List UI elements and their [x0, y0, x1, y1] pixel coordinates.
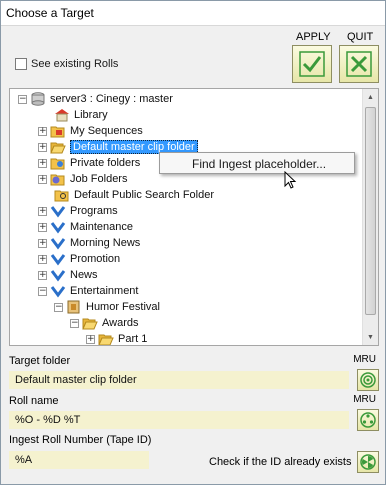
private-folder-icon [50, 158, 65, 170]
collapse-toggle[interactable]: − [18, 94, 27, 104]
tree-item-label: Promotion [70, 253, 121, 265]
check-id-button[interactable] [357, 451, 379, 473]
expand-toggle[interactable]: + [86, 334, 95, 344]
folder-open-icon [98, 334, 114, 345]
collapse-toggle[interactable]: − [70, 318, 79, 328]
tree-item-morning-news[interactable]: + Morning News [38, 235, 140, 251]
tree-item-default-public-search-folder[interactable]: Default Public Search Folder [54, 187, 214, 203]
tree-item-label: Default Public Search Folder [74, 189, 215, 201]
mru-label: MRU [353, 394, 376, 405]
reel-icon [360, 412, 376, 428]
title-divider [1, 25, 385, 26]
radiation-check-icon [360, 454, 376, 470]
tree-item-label: Entertainment [70, 285, 139, 297]
ingest-roll-number-field[interactable]: %A [9, 451, 149, 469]
tree-root[interactable]: − server3 : Cinegy : master [18, 91, 173, 107]
expand-toggle[interactable]: + [38, 238, 47, 248]
window-title: Choose a Target [1, 1, 385, 25]
target-icon [360, 372, 376, 388]
tree-item-label: Library [74, 109, 108, 121]
folder-tree[interactable]: − server3 : Cinegy : master Library + My… [9, 88, 379, 346]
mru-label: MRU [353, 354, 376, 365]
roll-name-label: Roll name [9, 395, 59, 407]
apply-label: APPLY [296, 31, 331, 43]
tree-scrollbar[interactable]: ▲ ▼ [362, 89, 378, 345]
tree-item-awards[interactable]: − Awards [70, 315, 138, 331]
tree-item-job-folders[interactable]: + Job Folders [38, 171, 127, 187]
see-existing-rolls-label: See existing Rolls [31, 58, 119, 70]
server-icon [31, 92, 45, 106]
tree-item-label: Job Folders [70, 173, 128, 185]
tree-item-label: Programs [70, 205, 118, 217]
folder-open-icon [50, 142, 66, 154]
tree-item-label: Private folders [70, 157, 141, 169]
program-folder-icon [50, 238, 66, 250]
roll-name-mru-button[interactable] [357, 409, 379, 431]
tree-item-private-folders[interactable]: + Private folders [38, 155, 140, 171]
tree-item-label: My Sequences [70, 125, 143, 137]
expand-toggle[interactable]: + [38, 254, 47, 264]
tree-item-label: News [70, 269, 98, 281]
roll-name-field[interactable]: %O - %D %T [9, 411, 349, 429]
expand-toggle[interactable]: + [38, 142, 47, 152]
program-folder-icon [50, 222, 66, 234]
tree-item-promotion[interactable]: + Promotion [38, 251, 120, 267]
expand-toggle[interactable]: + [38, 158, 47, 168]
tree-item-label: Morning News [70, 237, 141, 249]
program-folder-icon [50, 286, 66, 298]
target-folder-field[interactable]: Default master clip folder [9, 371, 349, 389]
apply-button[interactable] [292, 45, 332, 83]
ingest-roll-number-label: Ingest Roll Number (Tape ID) [9, 434, 152, 446]
expand-toggle[interactable]: + [38, 222, 47, 232]
checkmark-icon [299, 51, 325, 77]
program-folder-icon [50, 254, 66, 266]
tree-item-maintenance[interactable]: + Maintenance [38, 219, 133, 235]
target-folder-mru-button[interactable] [357, 369, 379, 391]
tree-root-label: server3 : Cinegy : master [50, 93, 173, 105]
context-menu: Find Ingest placeholder... [159, 152, 355, 174]
scroll-up-icon[interactable]: ▲ [363, 89, 378, 105]
tree-item-label: Maintenance [70, 221, 133, 233]
mouse-cursor-icon [284, 171, 297, 189]
search-folder-icon [54, 190, 69, 202]
check-id-label: Check if the ID already exists [209, 456, 352, 468]
scroll-down-icon[interactable]: ▼ [363, 329, 378, 345]
expand-toggle[interactable]: + [38, 270, 47, 280]
tree-item-humor-festival[interactable]: − Humor Festival [54, 299, 160, 315]
tree-item-entertainment[interactable]: − Entertainment [38, 283, 138, 299]
expand-toggle[interactable]: + [38, 126, 47, 136]
collapse-toggle[interactable]: − [54, 302, 63, 312]
folder-open-icon [82, 318, 98, 330]
job-folder-icon [50, 174, 65, 186]
sequences-folder-icon [50, 126, 65, 138]
find-ingest-placeholder-menu-item[interactable]: Find Ingest placeholder... [192, 157, 326, 171]
tree-item-label: Humor Festival [86, 301, 160, 313]
close-icon [346, 51, 372, 77]
tree-item-news[interactable]: + News [38, 267, 98, 283]
scroll-thumb[interactable] [365, 107, 376, 315]
quit-button[interactable] [339, 45, 379, 83]
expand-toggle[interactable]: + [38, 174, 47, 184]
target-folder-label: Target folder [9, 355, 71, 367]
program-folder-icon [50, 270, 66, 282]
collapse-toggle[interactable]: − [38, 286, 47, 296]
tree-item-label: Part 1 [118, 333, 148, 345]
quit-label: QUIT [347, 31, 374, 43]
tree-item-part-1[interactable]: + Part 1 [86, 331, 148, 345]
program-folder-icon [50, 206, 66, 218]
choose-target-dialog: Choose a Target APPLY QUIT See existing … [0, 0, 386, 485]
checkbox-box[interactable] [15, 58, 27, 70]
see-existing-rolls-checkbox[interactable]: See existing Rolls [15, 58, 118, 70]
tree-item-library[interactable]: Library [54, 107, 108, 123]
tree-item-label: Awards [102, 317, 139, 329]
tree-item-programs[interactable]: + Programs [38, 203, 118, 219]
project-icon [67, 300, 80, 314]
library-icon [55, 109, 69, 122]
expand-toggle[interactable]: + [38, 206, 47, 216]
tree-item-my-sequences[interactable]: + My Sequences [38, 123, 143, 139]
